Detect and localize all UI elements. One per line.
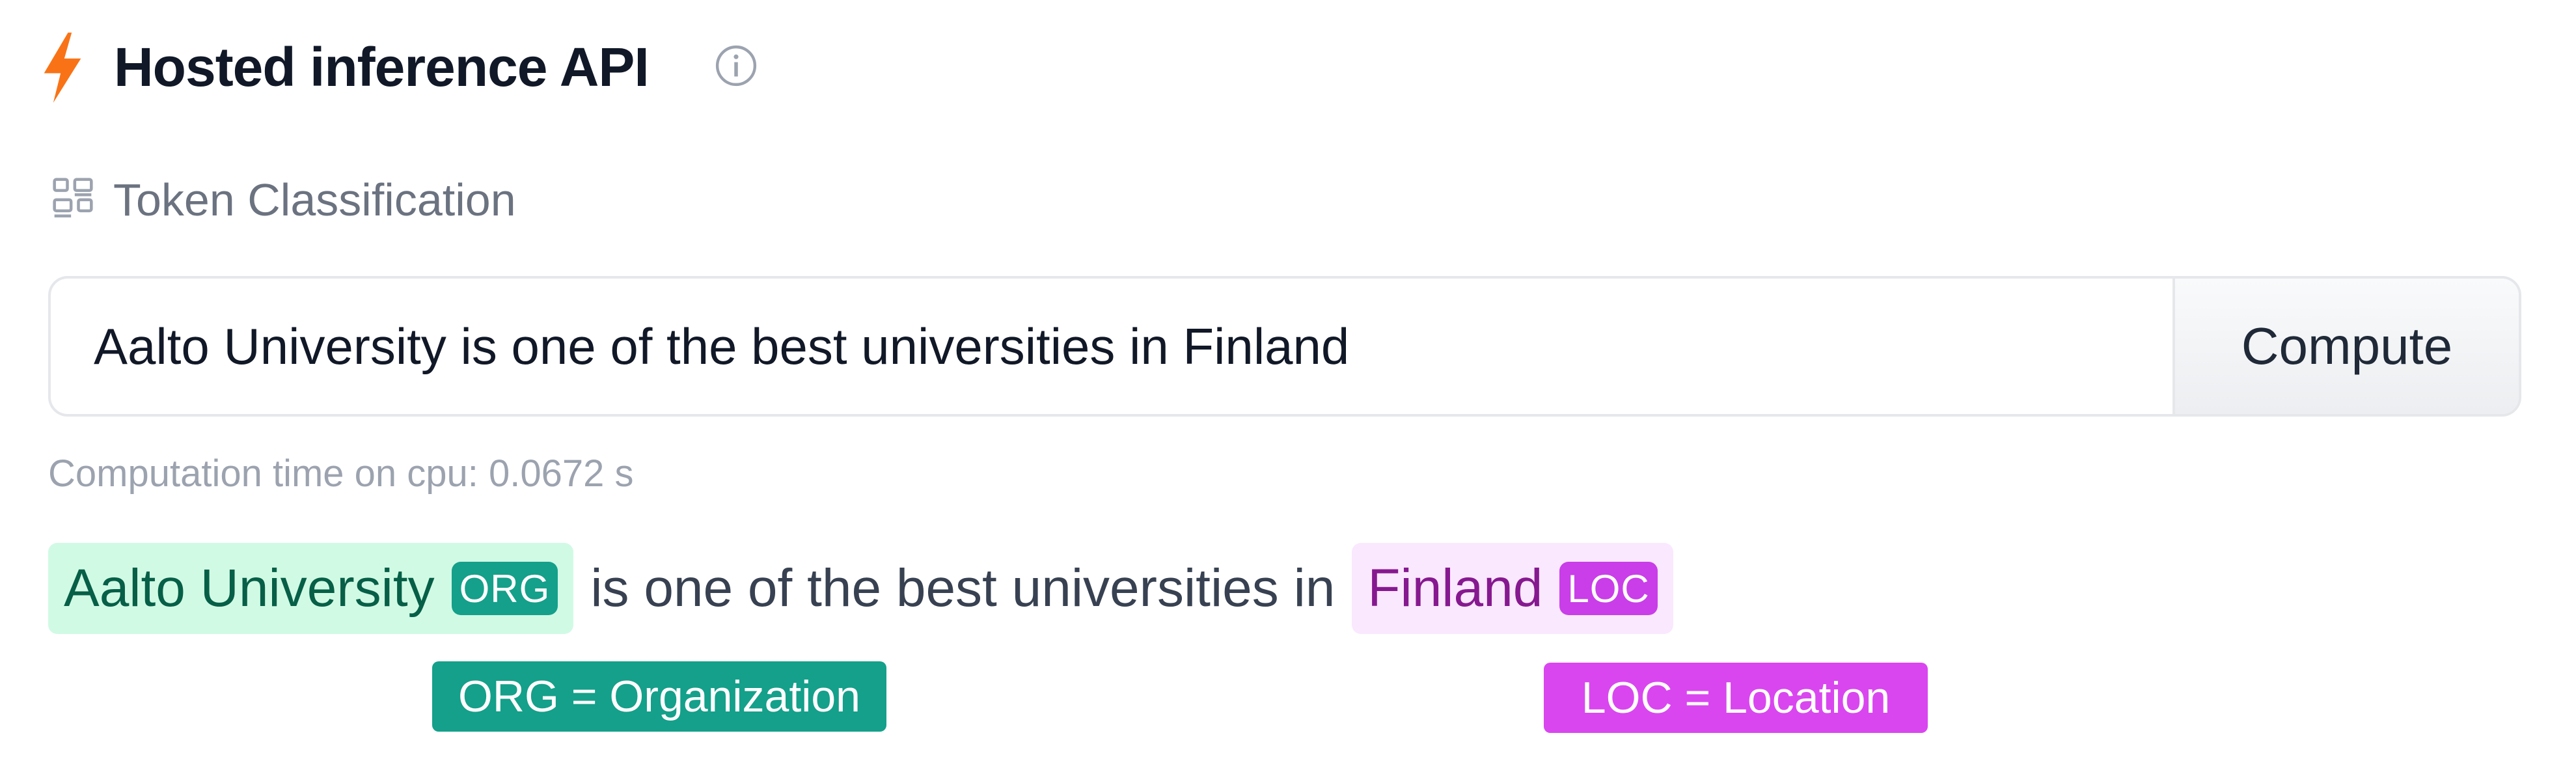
text-input[interactable]: [51, 279, 2172, 414]
entity-loc-text: Finland: [1367, 558, 1543, 618]
entity-loc: Finland LOC: [1352, 543, 1673, 634]
entity-org-text: Aalto University: [64, 558, 435, 618]
result-plain-text: is one of the best universities in: [590, 558, 1336, 618]
compute-button[interactable]: Compute: [2172, 279, 2519, 414]
legend-org: ORG = Organization: [432, 661, 886, 732]
legend-loc: LOC = Location: [1544, 663, 1928, 733]
entity-org: Aalto University ORG: [48, 543, 574, 634]
info-icon[interactable]: [715, 44, 758, 87]
entity-loc-tag: LOC: [1559, 562, 1658, 615]
computation-time: Computation time on cpu: 0.0672 s: [48, 452, 634, 495]
input-group: Compute: [48, 276, 2521, 417]
page-title: Hosted inference API: [114, 36, 650, 98]
token-classification-result: Aalto University ORG is one of the best …: [48, 543, 1673, 634]
task-label: Token Classification: [113, 174, 516, 225]
entity-org-tag: ORG: [451, 562, 558, 615]
lightning-bolt-icon: [44, 33, 81, 103]
token-classification-icon: [53, 178, 93, 218]
